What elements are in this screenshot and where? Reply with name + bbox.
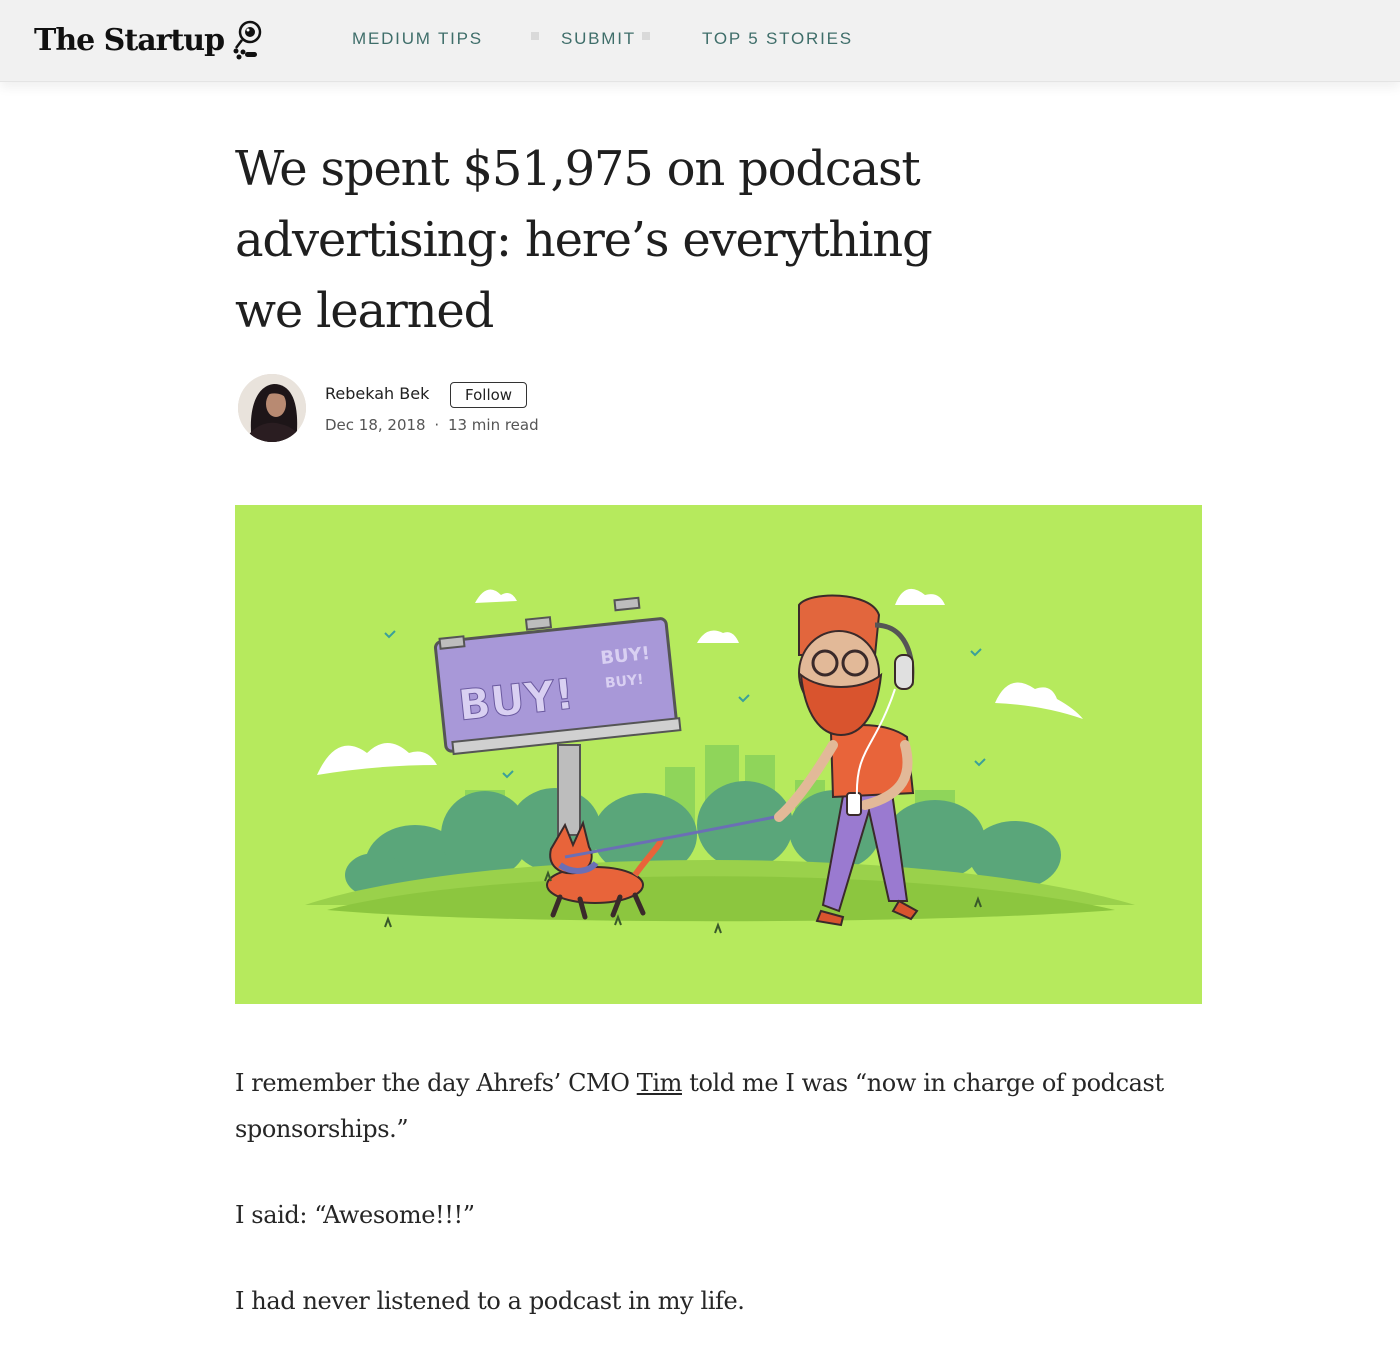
brand-name: The Startup xyxy=(34,22,225,58)
tim-link[interactable]: Tim xyxy=(637,1069,683,1097)
follow-button[interactable]: Follow xyxy=(450,382,528,408)
nav-separator xyxy=(641,32,650,40)
rocket-astronaut-icon xyxy=(233,20,262,60)
nav-medium-tips[interactable]: MEDIUM TIPS xyxy=(352,29,483,49)
paragraph: I remember the day Ahrefs’ CMO Tim told … xyxy=(235,1060,1205,1152)
article-body: I remember the day Ahrefs’ CMO Tim told … xyxy=(235,1060,1205,1364)
top-bar: The Startup MEDIUM TIPS SUBMIT TOP 5 STO… xyxy=(0,0,1400,82)
publish-date: Dec 18, 2018 xyxy=(325,416,426,434)
byline: Rebekah Bek Follow Dec 18, 2018 · 13 min… xyxy=(235,372,835,448)
nav-separator xyxy=(530,32,539,40)
article-meta: Dec 18, 2018 · 13 min read xyxy=(325,416,539,434)
meta-separator: · xyxy=(434,416,440,434)
article-title: We spent $51,975 on podcast advertising:… xyxy=(235,141,933,339)
author-name[interactable]: Rebekah Bek xyxy=(325,384,429,403)
paragraph: I had never listened to a podcast in my … xyxy=(235,1287,745,1315)
paragraph: I said: “Awesome!!!” xyxy=(235,1201,475,1229)
paragraph-text: I remember the day Ahrefs’ CMO xyxy=(235,1069,637,1097)
brand-link[interactable]: The Startup xyxy=(34,18,266,62)
main-nav: MEDIUM TIPS SUBMIT TOP 5 STORIES xyxy=(352,29,853,49)
read-time: 13 min read xyxy=(447,416,539,434)
avatar[interactable] xyxy=(238,374,306,442)
hero-image: BUY! BUY! BUY! xyxy=(235,505,1202,1004)
nav-top-5-stories[interactable]: TOP 5 STORIES xyxy=(702,29,853,49)
avatar-image xyxy=(238,374,306,442)
nav-submit[interactable]: SUBMIT xyxy=(561,29,636,49)
